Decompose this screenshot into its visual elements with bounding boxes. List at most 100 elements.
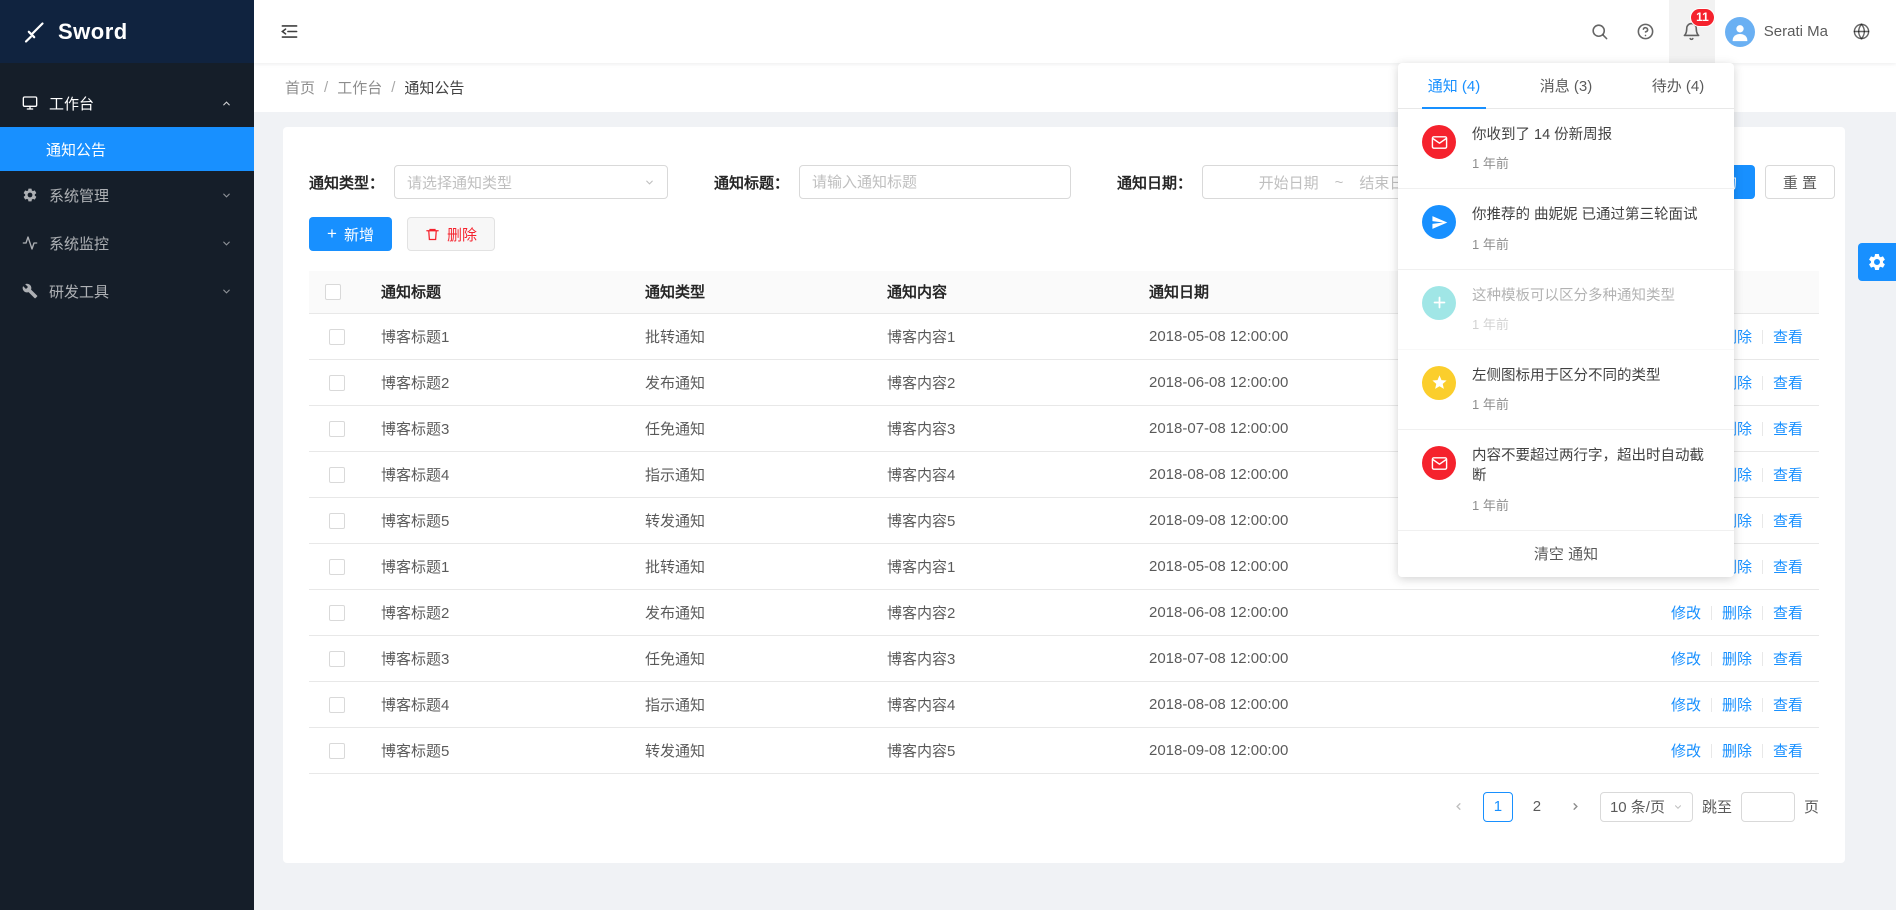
divider	[1762, 422, 1763, 436]
sidebar-item-workbench[interactable]: 工作台	[0, 79, 254, 127]
breadcrumb-current: 通知公告	[404, 77, 464, 98]
wrench-icon	[22, 283, 38, 299]
cell-content: 博客内容3	[871, 635, 1133, 681]
star-icon	[1422, 366, 1456, 400]
row-checkbox[interactable]	[329, 743, 345, 759]
notification-time: 1 年前	[1472, 394, 1710, 413]
view-link[interactable]: 查看	[1773, 375, 1803, 392]
notifications-bell[interactable]: 11	[1669, 0, 1715, 63]
pagination: 1 2 10 条/页 跳至 页	[309, 792, 1819, 822]
tab-todos[interactable]: 待办 (4)	[1622, 63, 1734, 108]
cell-type: 指示通知	[629, 681, 871, 727]
reset-button[interactable]: 重 置	[1765, 165, 1835, 199]
app-logo[interactable]: Sword	[0, 0, 254, 63]
remove-link[interactable]: 删除	[1722, 743, 1752, 760]
notification-item[interactable]: 左侧图标用于区分不同的类型 1 年前	[1398, 350, 1734, 430]
prev-page-button[interactable]	[1444, 792, 1474, 822]
notice-type-select[interactable]: 请选择通知类型	[394, 165, 668, 199]
globe-icon[interactable]	[1838, 0, 1884, 63]
search-icon[interactable]	[1577, 0, 1623, 63]
divider	[1711, 698, 1712, 712]
edit-link[interactable]: 修改	[1671, 697, 1701, 714]
view-link[interactable]: 查看	[1773, 467, 1803, 484]
help-icon[interactable]	[1623, 0, 1669, 63]
divider	[1762, 514, 1763, 528]
edit-link[interactable]: 修改	[1671, 743, 1701, 760]
notification-item[interactable]: 内容不要超过两行字，超出时自动截断 1 年前	[1398, 430, 1734, 531]
edit-link[interactable]: 修改	[1671, 605, 1701, 622]
settings-drawer-button[interactable]	[1858, 243, 1896, 281]
gear-icon	[1867, 252, 1887, 272]
tab-messages[interactable]: 消息 (3)	[1510, 63, 1622, 108]
chevron-right-icon	[1570, 801, 1581, 812]
tab-notifications[interactable]: 通知 (4)	[1398, 63, 1510, 108]
view-link[interactable]: 查看	[1773, 605, 1803, 622]
notice-title-input[interactable]	[799, 165, 1071, 199]
cell-date: 2018-08-08 12:00:00	[1133, 681, 1639, 727]
divider	[1762, 468, 1763, 482]
cell-type: 转发通知	[629, 497, 871, 543]
cell-type: 发布通知	[629, 589, 871, 635]
breadcrumb-home[interactable]: 首页	[285, 77, 315, 98]
notification-panel: 通知 (4) 消息 (3) 待办 (4) 你收到了 14 份新周报 1 年前 你…	[1398, 63, 1734, 577]
remove-link[interactable]: 删除	[1722, 697, 1752, 714]
sidebar-item-dev-tools[interactable]: 研发工具	[0, 267, 254, 315]
notification-body: 左侧图标用于区分不同的类型 1 年前	[1472, 366, 1710, 413]
view-link[interactable]: 查看	[1773, 743, 1803, 760]
row-checkbox[interactable]	[329, 513, 345, 529]
row-checkbox[interactable]	[329, 605, 345, 621]
page-size-select[interactable]: 10 条/页	[1600, 792, 1693, 822]
cell-content: 博客内容5	[871, 497, 1133, 543]
sidebar: Sword 工作台 通知公告 系统管理 系统监控	[0, 0, 254, 910]
remove-link[interactable]: 删除	[1722, 651, 1752, 668]
cell-title: 博客标题5	[365, 727, 629, 773]
row-checkbox[interactable]	[329, 329, 345, 345]
trash-icon	[425, 227, 440, 242]
jump-page-input[interactable]	[1741, 792, 1795, 822]
row-checkbox[interactable]	[329, 421, 345, 437]
view-link[interactable]: 查看	[1773, 697, 1803, 714]
page-1-button[interactable]: 1	[1483, 792, 1513, 822]
divider	[1762, 606, 1763, 620]
col-header-content: 通知内容	[871, 271, 1133, 313]
notification-item[interactable]: 你推荐的 曲妮妮 已通过第三轮面试 1 年前	[1398, 189, 1734, 269]
row-checkbox[interactable]	[329, 559, 345, 575]
notice-type-placeholder: 请选择通知类型	[407, 172, 512, 193]
cell-title: 博客标题5	[365, 497, 629, 543]
view-link[interactable]: 查看	[1773, 421, 1803, 438]
view-link[interactable]: 查看	[1773, 329, 1803, 346]
cell-date: 2018-07-08 12:00:00	[1133, 635, 1639, 681]
view-link[interactable]: 查看	[1773, 513, 1803, 530]
sidebar-item-system-monitor[interactable]: 系统监控	[0, 219, 254, 267]
clear-notifications-button[interactable]: 清空 通知	[1398, 531, 1734, 577]
select-all-checkbox[interactable]	[325, 284, 341, 300]
row-checkbox[interactable]	[329, 651, 345, 667]
row-checkbox[interactable]	[329, 375, 345, 391]
remove-link[interactable]: 删除	[1722, 605, 1752, 622]
sidebar-item-notice[interactable]: 通知公告	[0, 127, 254, 171]
delete-button[interactable]: 删除	[407, 217, 495, 251]
sidebar-item-label: 研发工具	[49, 281, 221, 302]
send-icon	[1422, 205, 1456, 239]
cell-title: 博客标题1	[365, 313, 629, 359]
row-checkbox[interactable]	[329, 467, 345, 483]
cell-content: 博客内容1	[871, 313, 1133, 359]
edit-link[interactable]: 修改	[1671, 651, 1701, 668]
divider	[1762, 376, 1763, 390]
divider	[1711, 606, 1712, 620]
page-2-button[interactable]: 2	[1522, 792, 1552, 822]
notification-time: 1 年前	[1472, 314, 1710, 333]
row-checkbox[interactable]	[329, 697, 345, 713]
view-link[interactable]: 查看	[1773, 651, 1803, 668]
next-page-button[interactable]	[1561, 792, 1591, 822]
sidebar-item-system-management[interactable]: 系统管理	[0, 171, 254, 219]
breadcrumb-workbench[interactable]: 工作台	[337, 77, 382, 98]
view-link[interactable]: 查看	[1773, 559, 1803, 576]
divider	[1762, 330, 1763, 344]
notification-item[interactable]: 你收到了 14 份新周报 1 年前	[1398, 109, 1734, 189]
notification-item[interactable]: 这种模板可以区分多种通知类型 1 年前	[1398, 270, 1734, 350]
sidebar-item-label: 工作台	[49, 93, 221, 114]
menu-fold-icon[interactable]	[280, 0, 320, 63]
user-menu[interactable]: Serati Ma	[1715, 0, 1838, 63]
add-button[interactable]: + 新增	[309, 217, 392, 251]
